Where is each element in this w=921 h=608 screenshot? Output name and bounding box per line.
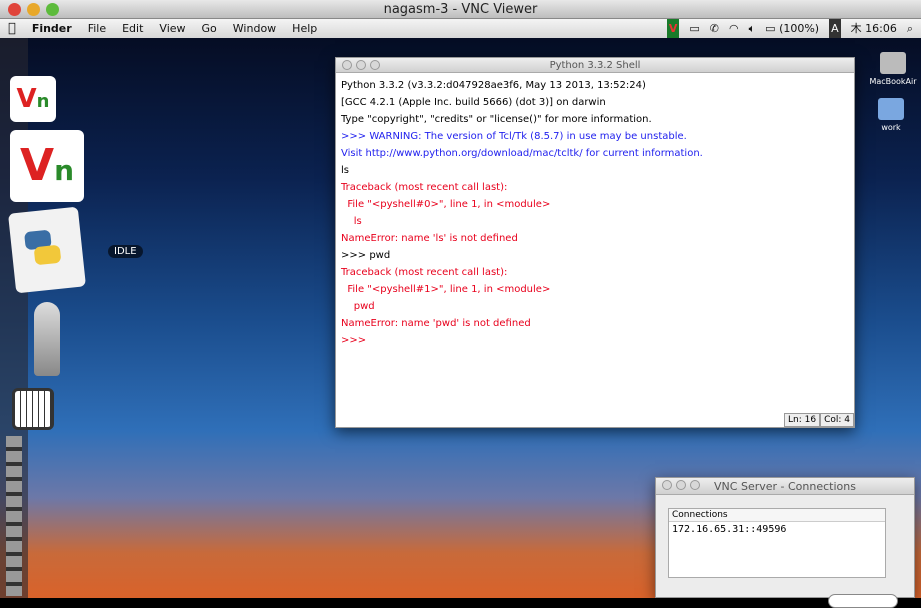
vnc-viewer-dock-icon[interactable]: Vn [10, 130, 84, 202]
table-row[interactable]: 172.16.65.31::49596 [669, 522, 885, 537]
desktop-icon-work[interactable]: work [861, 98, 921, 132]
dock-small-icons[interactable] [6, 436, 22, 596]
battery-percent: (100%) [779, 22, 820, 35]
zoom-button[interactable] [690, 480, 700, 490]
clock[interactable]: 木 16:06 [851, 19, 897, 38]
status-bar: Ln: 16 Col: 4 [784, 413, 854, 427]
shell-line: NameError: name 'pwd' is not defined [341, 318, 531, 329]
menu-file[interactable]: File [80, 19, 114, 38]
spotlight-icon[interactable]: ⌕ [907, 19, 913, 38]
shell-line: pwd [341, 301, 375, 312]
shell-line: ls [341, 165, 349, 176]
shell-line: Python 3.3.2 (v3.3.2:d047928ae3f6, May 1… [341, 80, 646, 91]
volume-icon[interactable]: 🔈︎ [749, 19, 756, 38]
zoom-button[interactable] [370, 60, 380, 70]
input-menu[interactable]: A [829, 19, 841, 38]
window-title: nagasm-3 - VNC Viewer [383, 2, 538, 17]
shell-line: >>> [341, 335, 367, 346]
shell-line: >>> WARNING: The version of Tcl/Tk (8.5.… [341, 131, 687, 142]
vnc-titlebar[interactable]: VNC Server - Connections [656, 478, 914, 495]
shell-output[interactable]: Python 3.3.2 (v3.3.2:d047928ae3f6, May 1… [336, 73, 854, 353]
menu-view[interactable]: View [151, 19, 193, 38]
idle-dock-icon[interactable] [8, 206, 86, 294]
desktop-icon-macbookair[interactable]: MacBookAir [863, 52, 921, 86]
shell-line: ls [341, 216, 362, 227]
menu-go[interactable]: Go [194, 19, 225, 38]
vnc-status-icon[interactable]: V [666, 19, 680, 38]
vnc-dock-icon[interactable]: Vn [10, 76, 56, 122]
shell-line: Traceback (most recent call last): [341, 182, 508, 193]
shell-line: Visit http://www.python.org/download/mac… [341, 148, 703, 159]
shell-line: >>> pwd [341, 250, 391, 261]
vnc-connections-window: VNC Server - Connections Connections 172… [655, 477, 915, 608]
vnc-viewer-titlebar: nagasm-3 - VNC Viewer [0, 0, 921, 19]
python-launcher-dock-icon[interactable] [34, 302, 60, 376]
battery-status[interactable]: ▭ (100%) [765, 19, 819, 38]
python-shell-window: Python 3.3.2 Shell Python 3.3.2 (v3.3.2:… [335, 57, 855, 428]
piano-dock-icon[interactable] [12, 388, 54, 430]
minimize-button[interactable] [676, 480, 686, 490]
shell-line: NameError: name 'ls' is not defined [341, 233, 518, 244]
connections-table: Connections 172.16.65.31::49596 [668, 508, 886, 578]
close-button[interactable] [662, 480, 672, 490]
menu-window[interactable]: Window [225, 19, 284, 38]
close-button[interactable] [342, 60, 352, 70]
shell-line: Type "copyright", "credits" or "license(… [341, 114, 652, 125]
shell-line: [GCC 4.2.1 (Apple Inc. build 5666) (dot … [341, 97, 606, 108]
minimize-button[interactable] [27, 3, 40, 16]
shell-titlebar[interactable]: Python 3.3.2 Shell [336, 58, 854, 73]
line-number: Ln: 16 [784, 413, 821, 427]
vnc-title: VNC Server - Connections [714, 480, 856, 493]
wifi-icon[interactable]: ◠ [729, 19, 739, 38]
shell-line: File "<pyshell#1>", line 1, in <module> [341, 284, 551, 295]
display-icon[interactable]: ▭ [689, 19, 699, 38]
column-number: Col: 4 [820, 413, 854, 427]
shell-title: Python 3.3.2 Shell [549, 60, 641, 71]
disconnect-button[interactable] [828, 594, 898, 608]
menu-bar:  Finder File Edit View Go Window Help V… [0, 19, 921, 38]
shell-line: File "<pyshell#0>", line 1, in <module> [341, 199, 551, 210]
icon-label: work [881, 123, 901, 132]
phone-icon[interactable]: ✆ [710, 19, 719, 38]
icon-label: MacBookAir [869, 77, 917, 86]
zoom-button[interactable] [46, 3, 59, 16]
menu-help[interactable]: Help [284, 19, 325, 38]
idle-label: IDLE [108, 245, 143, 258]
menu-finder[interactable]: Finder [24, 19, 80, 38]
connections-header: Connections [669, 509, 885, 522]
apple-icon[interactable]:  [0, 19, 24, 38]
menu-edit[interactable]: Edit [114, 19, 151, 38]
minimize-button[interactable] [356, 60, 366, 70]
close-button[interactable] [8, 3, 21, 16]
shell-line: Traceback (most recent call last): [341, 267, 508, 278]
